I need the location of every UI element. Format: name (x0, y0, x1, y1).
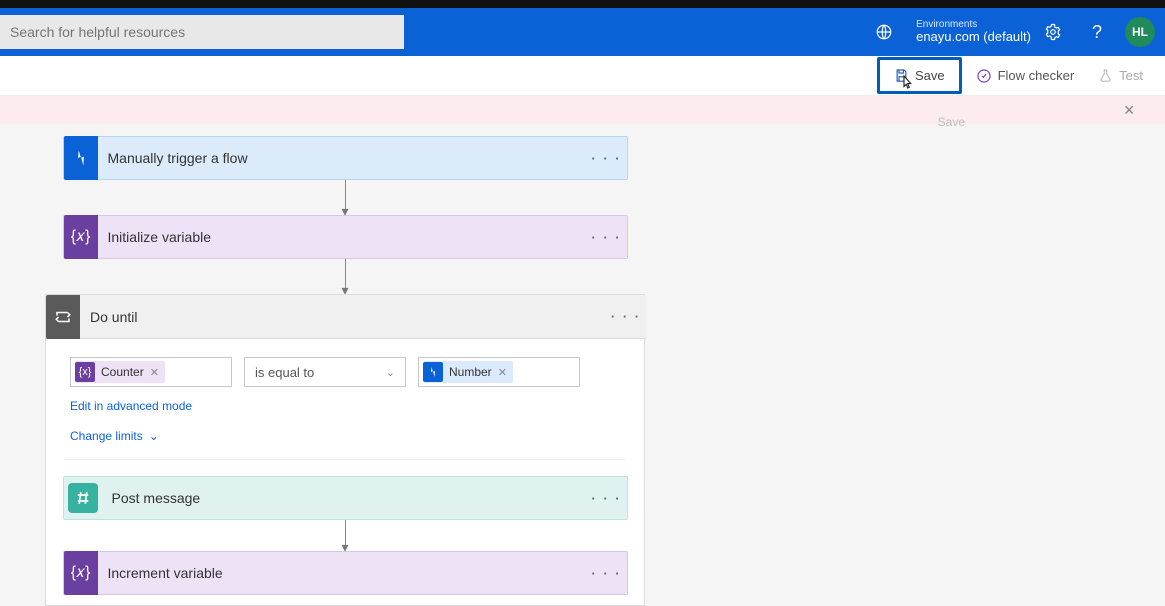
condition-right[interactable]: Number ✕ (418, 357, 580, 387)
step-do-until-title: Do until (80, 309, 606, 325)
arrow-icon: ▾ (341, 259, 348, 294)
loop-icon (46, 295, 80, 339)
step-initialize-variable[interactable]: {𝑥} Initialize variable · · · (63, 215, 628, 259)
do-until-card: Do until · · · {x} Counter ✕ is equal to… (45, 294, 645, 606)
environment-label: Environments (916, 19, 1031, 30)
avatar[interactable]: HL (1125, 17, 1155, 47)
step-increment-variable[interactable]: {𝑥} Increment variable · · · (63, 551, 628, 595)
arrow-icon: ▾ (341, 180, 348, 215)
step-post-message[interactable]: Post message · · · (63, 476, 628, 520)
divider (64, 459, 626, 460)
step-menu-icon[interactable]: · · · (587, 151, 627, 166)
remove-token-icon[interactable]: ✕ (150, 366, 159, 379)
token-number-label: Number (449, 365, 492, 379)
token-counter-label: Counter (101, 365, 144, 379)
step-init-var-title: Initialize variable (98, 229, 587, 245)
change-limits-link[interactable]: Change limits ⌄ (46, 421, 644, 451)
app-header: Environments enayu.com (default) ? HL (0, 8, 1165, 56)
step-menu-icon[interactable]: · · · (587, 230, 627, 245)
search-box[interactable] (0, 15, 404, 49)
step-post-message-title: Post message (102, 490, 587, 506)
save-label: Save (915, 68, 945, 83)
token-number[interactable]: Number ✕ (423, 361, 513, 383)
step-trigger-title: Manually trigger a flow (98, 150, 587, 166)
gear-icon[interactable] (1037, 16, 1069, 48)
environment-icon (868, 16, 900, 48)
step-menu-icon[interactable]: · · · (587, 566, 627, 581)
step-menu-icon[interactable]: · · · (587, 491, 627, 506)
variable-icon: {𝑥} (64, 551, 98, 595)
chevron-down-icon: ⌄ (386, 366, 395, 379)
save-tooltip: Save (938, 115, 965, 129)
environment-selector[interactable]: Environments enayu.com (default) (862, 16, 1031, 48)
help-icon[interactable]: ? (1081, 16, 1113, 48)
hashtag-icon (68, 483, 98, 513)
save-icon (894, 68, 909, 83)
test-icon (1098, 68, 1113, 83)
variable-icon: {𝑥} (64, 215, 98, 259)
step-do-until[interactable]: Do until · · · (46, 295, 646, 339)
flow-checker-icon (976, 68, 992, 84)
step-menu-icon[interactable]: · · · (606, 309, 646, 324)
condition-left[interactable]: {x} Counter ✕ (70, 357, 232, 387)
trigger-icon (64, 136, 98, 180)
variable-icon: {x} (75, 362, 95, 382)
flow-checker-button[interactable]: Flow checker (966, 62, 1085, 90)
remove-token-icon[interactable]: ✕ (498, 366, 507, 379)
toolbar: Save Flow checker Test (0, 56, 1165, 96)
edit-advanced-mode-link[interactable]: Edit in advanced mode (46, 391, 644, 421)
step-inc-var-title: Increment variable (98, 565, 587, 581)
condition-row: {x} Counter ✕ is equal to ⌄ Number ✕ (46, 339, 644, 391)
step-trigger[interactable]: Manually trigger a flow · · · (63, 136, 628, 180)
save-button[interactable]: Save (877, 57, 962, 94)
arrow-icon: ▾ (341, 520, 348, 551)
input-icon (423, 362, 443, 382)
flow-canvas: Manually trigger a flow · · · ▾ {𝑥} Init… (0, 124, 690, 606)
search-input[interactable] (10, 24, 394, 40)
environment-name: enayu.com (default) (916, 30, 1031, 44)
test-button[interactable]: Test (1088, 62, 1153, 89)
chevron-down-icon: ⌄ (149, 429, 159, 443)
flow-checker-label: Flow checker (998, 68, 1075, 83)
token-counter[interactable]: {x} Counter ✕ (75, 361, 165, 383)
change-limits-label: Change limits (70, 429, 143, 443)
condition-operator[interactable]: is equal to ⌄ (244, 357, 406, 387)
test-label: Test (1119, 68, 1143, 83)
notice-bar: ✕ (0, 96, 1165, 124)
close-icon[interactable]: ✕ (1123, 102, 1135, 119)
operator-label: is equal to (255, 365, 314, 380)
